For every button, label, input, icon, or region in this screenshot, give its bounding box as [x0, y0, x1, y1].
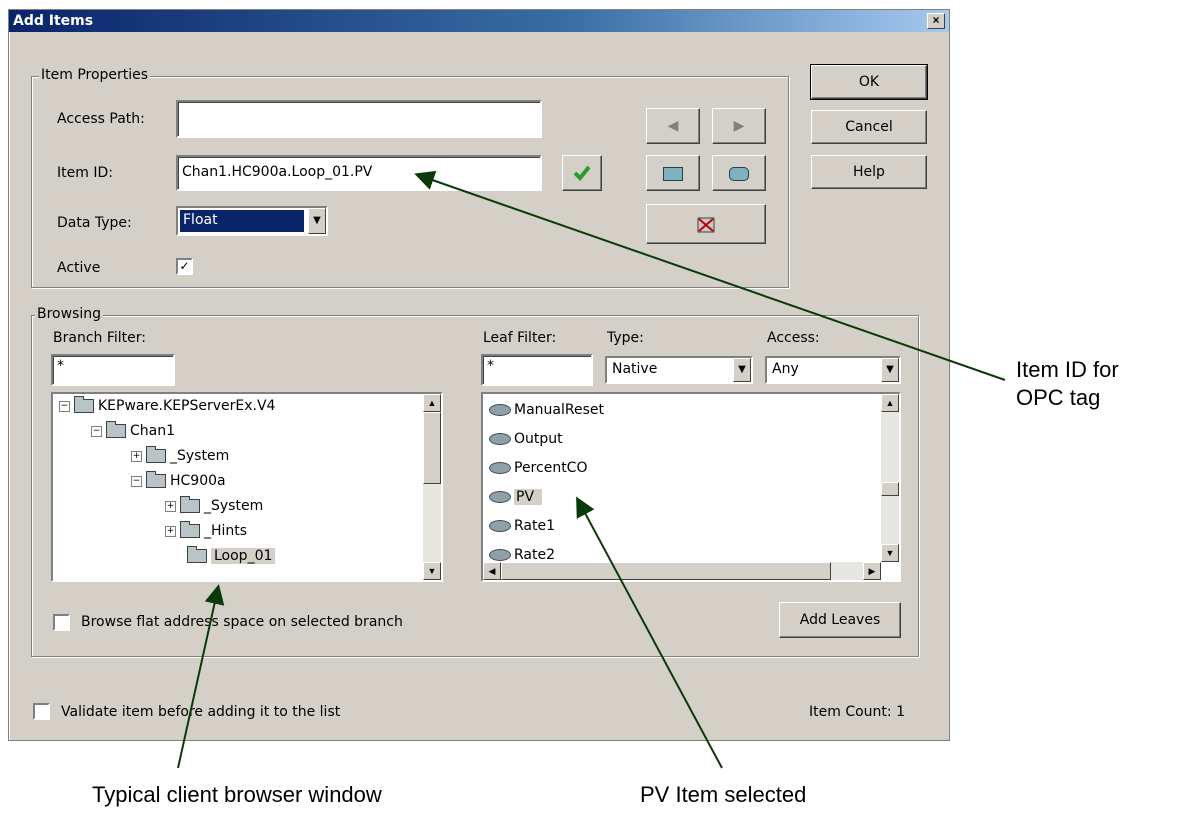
pv-annotation: PV Item selected: [640, 782, 807, 807]
pv-arrow: [576, 496, 723, 769]
browser-arrow: [177, 584, 225, 769]
item-id-arrow: [414, 170, 1006, 381]
item-id-annotation-line1: Item ID for: [1016, 357, 1119, 382]
browser-annotation: Typical client browser window: [92, 782, 382, 807]
item-id-annotation-line2: OPC tag: [1016, 385, 1101, 410]
item-id-annotation: Item ID for OPC tag: [1016, 356, 1119, 412]
